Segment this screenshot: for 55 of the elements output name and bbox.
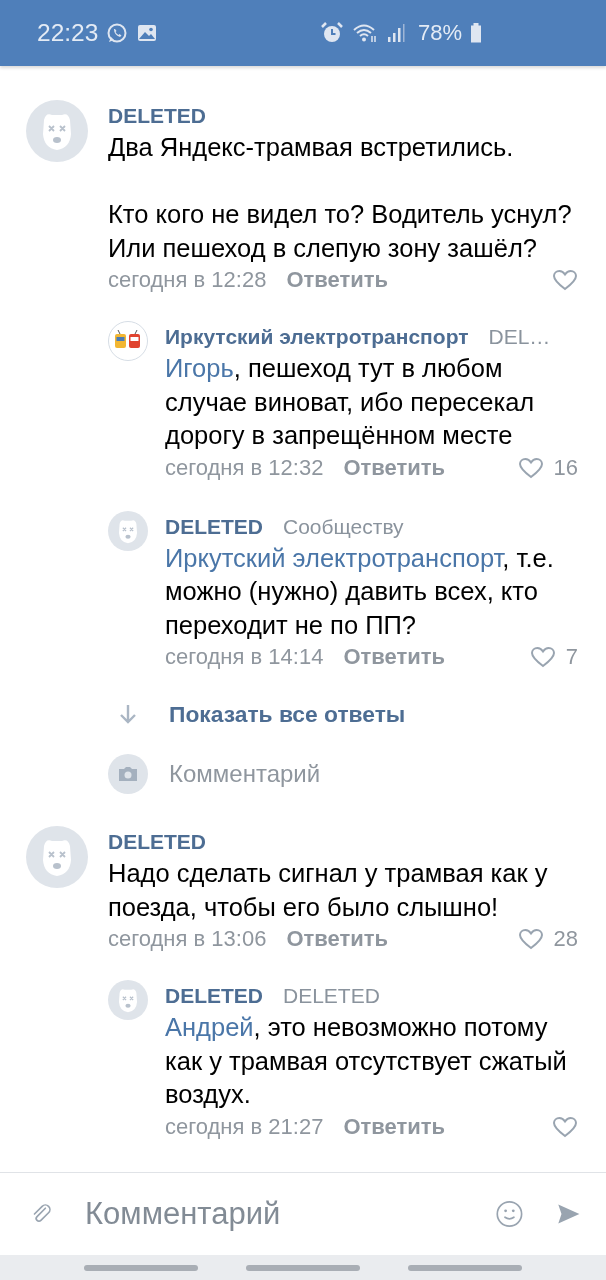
chat-bubble-icon — [106, 22, 129, 44]
comment-time: сегодня в 12:28 — [108, 267, 267, 293]
reply-target: Сообществу — [283, 514, 404, 539]
author-name[interactable]: Иркутский электротранспорт — [165, 325, 469, 349]
clock-time: 22:23 — [37, 19, 99, 47]
comment-time: сегодня в 21:27 — [165, 1113, 324, 1140]
author-name[interactable]: DELETED — [165, 514, 263, 539]
alarm-clock-icon — [319, 21, 344, 45]
reply-prompt[interactable]: Комментарий — [169, 760, 321, 788]
avatar — [108, 321, 148, 361]
author-name[interactable]: DELETED — [108, 830, 206, 854]
camera-icon — [108, 754, 148, 794]
like-count: 28 — [553, 926, 578, 952]
comment-input[interactable]: Комментарий — [65, 1192, 485, 1236]
down-arrow-icon — [118, 703, 138, 725]
heart-icon[interactable] — [529, 645, 556, 669]
image-icon — [136, 22, 159, 44]
comment-text: Андрей, это невозможно потому как у трамвая отсутствует сжатый воздух. — [165, 1012, 568, 1110]
reply-link[interactable]: Ответить — [343, 454, 446, 481]
mention-link[interactable]: Андрей — [165, 1013, 254, 1041]
heart-icon[interactable] — [552, 268, 578, 292]
nav-handle[interactable] — [84, 1264, 198, 1271]
heart-icon[interactable] — [517, 927, 544, 951]
avatar — [108, 510, 148, 551]
avatar — [108, 980, 148, 1020]
like-count: 16 — [553, 454, 578, 481]
heart-icon[interactable] — [517, 455, 544, 480]
reply-link[interactable]: Ответить — [343, 1113, 446, 1140]
comment-text: Иркутский электротранспорт, т.е. можно (нужно) давить всех, кто переходит не по ПП? — [165, 542, 555, 641]
comment-text: Два Яндекс-трамвая встретились. Кто кого не видел то? Водитель уснул? Или пешеход в слепую зону зашёл? — [108, 132, 573, 264]
author-name[interactable]: DELETED — [108, 104, 206, 128]
reply-link[interactable]: Ответить — [343, 644, 446, 670]
comment-text: Надо сделать сигнал у трамвая как у поезда, чтобы его было слышно! — [108, 858, 549, 923]
author-name[interactable]: DELETED — [165, 984, 263, 1008]
reply-link[interactable]: Ответить — [286, 926, 389, 952]
signal-icon — [385, 22, 406, 44]
battery-percent: 78% — [417, 20, 462, 46]
comment-text: Игорь, пешеход тут в любом случае виноват, ибо пересекал дорогу в запрещённом месте — [165, 353, 536, 451]
avatar — [26, 100, 88, 162]
comment-time: сегодня в 14:14 — [165, 644, 324, 670]
wifi-icon — [351, 22, 378, 44]
reply-target: DEL… — [488, 325, 551, 349]
mention-link[interactable]: Игорь — [165, 354, 234, 382]
comment-time: сегодня в 13:06 — [108, 926, 267, 952]
show-all-replies-link[interactable]: Показать все ответы — [169, 700, 406, 728]
heart-icon[interactable] — [552, 1114, 578, 1139]
reply-target: DELETED — [283, 984, 380, 1008]
like-count: 7 — [565, 644, 578, 670]
reply-link[interactable]: Ответить — [286, 267, 389, 293]
comment-time: сегодня в 12:32 — [165, 454, 324, 481]
nav-handle[interactable] — [246, 1264, 360, 1271]
battery-icon — [470, 22, 482, 44]
mention-link[interactable]: Иркутский электротранспорт — [165, 543, 503, 572]
avatar — [26, 826, 88, 888]
nav-handle[interactable] — [408, 1264, 522, 1271]
